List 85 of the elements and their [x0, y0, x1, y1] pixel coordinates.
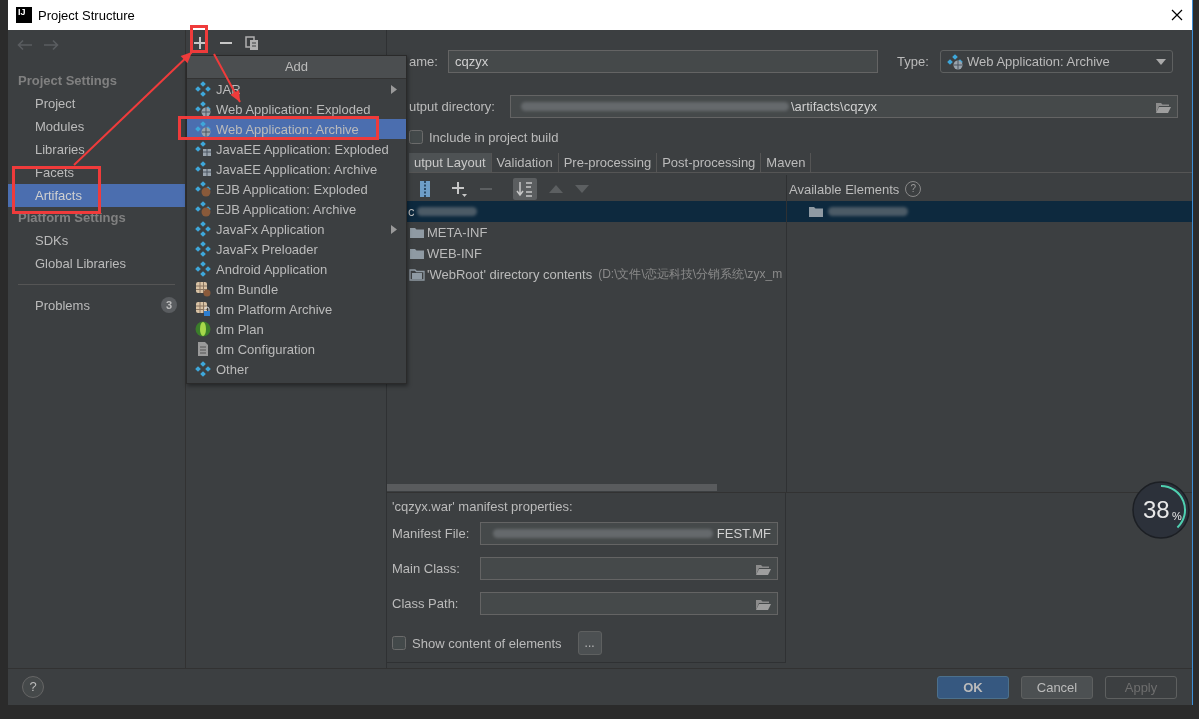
copy-icon[interactable]: [245, 36, 259, 50]
add-icon[interactable]: [451, 181, 467, 197]
text-field[interactable]: [480, 557, 778, 580]
bean-icon: [195, 201, 211, 217]
tree-row[interactable]: [787, 201, 1192, 222]
sidebar-item[interactable]: Problems: [35, 297, 90, 313]
folder-icon: [409, 266, 425, 283]
sidebar-item[interactable]: Global Libraries: [8, 252, 185, 275]
menu-item[interactable]: JavaEE Application: Exploded: [187, 139, 406, 159]
artifact-icon: [195, 241, 211, 257]
tab[interactable]: Pre-processing: [558, 153, 658, 172]
move-down-icon[interactable]: [575, 185, 589, 193]
sidebar-item[interactable]: Project: [8, 92, 185, 115]
field-label: Class Path:: [392, 596, 460, 611]
bundle-icon: [195, 301, 211, 317]
menu-title: Add: [187, 56, 406, 79]
table-icon: [195, 141, 211, 157]
checkbox-label: Show content of elements: [412, 635, 562, 651]
help-button[interactable]: ?: [22, 676, 44, 698]
bundle-icon: [195, 281, 211, 297]
menu-item[interactable]: dm Platform Archive: [187, 299, 406, 319]
app-logo: IJ: [16, 7, 32, 23]
globe-icon: [195, 121, 211, 137]
menu-item[interactable]: EJB Application: Exploded: [187, 179, 406, 199]
menu-item[interactable]: Web Application: Exploded: [187, 99, 406, 119]
field-label: Main Class:: [392, 561, 461, 576]
menu-item[interactable]: JavaEE Application: Archive: [187, 159, 406, 179]
sidebar-item[interactable]: Artifacts: [8, 184, 185, 207]
field-value: FEST.MF: [716, 526, 771, 541]
move-up-icon[interactable]: [549, 185, 563, 193]
tab[interactable]: Post-processing: [657, 153, 762, 172]
globe-icon: [195, 101, 211, 117]
redaction-blur: [416, 207, 477, 216]
archive-icon[interactable]: [419, 181, 431, 197]
output-directory-field[interactable]: \artifacts\cqzyx: [510, 95, 1178, 118]
window-title: Project Structure: [38, 7, 136, 23]
plus-icon[interactable]: [193, 36, 207, 50]
text-field[interactable]: [480, 592, 778, 615]
gauge-unit: %: [1172, 510, 1182, 522]
section-header: Project Settings: [17, 72, 118, 90]
text-field[interactable]: FEST.MF: [480, 522, 778, 545]
dialog-button[interactable]: Cancel: [1021, 675, 1093, 699]
close-icon[interactable]: [1170, 8, 1184, 22]
sort-icon[interactable]: [513, 178, 537, 200]
menu-item[interactable]: Other: [187, 359, 406, 379]
artifact-icon: [195, 81, 211, 97]
sidebar-item[interactable]: Modules: [8, 115, 185, 138]
sidebar-item[interactable]: SDKs: [8, 229, 185, 252]
field-label: Manifest File:: [392, 526, 471, 541]
field-label: Type:: [897, 54, 930, 69]
type-dropdown[interactable]: Web Application: Archive: [940, 50, 1173, 73]
field-value: cqzyx: [455, 54, 489, 69]
dialog-button[interactable]: OK: [937, 675, 1009, 699]
menu-item[interactable]: dm Plan: [187, 319, 406, 339]
menu-item[interactable]: dm Configuration: [187, 339, 406, 359]
checkbox[interactable]: [409, 130, 423, 144]
tab[interactable]: utput Layout: [409, 153, 492, 172]
checkbox[interactable]: [392, 636, 406, 650]
section-title: 'cqzyx.war' manifest properties:: [392, 499, 574, 514]
document-icon: [195, 341, 211, 357]
sphere-icon: [195, 321, 211, 337]
forward-arrow-icon[interactable]: [43, 39, 59, 51]
section-header: Platform Settings: [17, 209, 127, 227]
scrollbar[interactable]: [387, 484, 717, 491]
gauge-value: 38: [1143, 496, 1170, 524]
more-button[interactable]: ...: [577, 631, 602, 655]
globe-icon: [947, 53, 963, 70]
artifact-icon: [195, 361, 211, 377]
artifact-icon: [195, 221, 211, 237]
count-badge: 3: [161, 297, 177, 313]
panel-title: Available Elements: [789, 181, 900, 197]
name-field[interactable]: cqzyx: [448, 50, 878, 73]
tab[interactable]: Maven: [761, 153, 812, 172]
dropdown-caret-icon: [1156, 58, 1166, 65]
field-label: utput directory:: [409, 99, 496, 114]
tab[interactable]: Validation: [491, 153, 559, 172]
checkbox-label: Include in project build: [429, 129, 559, 145]
bean-icon: [195, 181, 211, 197]
back-arrow-icon[interactable]: [17, 39, 33, 51]
annotation-box: [190, 25, 208, 53]
field-label: ame:: [409, 54, 439, 69]
sidebar-item[interactable]: Libraries: [8, 138, 185, 161]
table-icon: [195, 161, 211, 177]
artifact-icon: [195, 261, 211, 277]
field-value: \artifacts\cqzyx: [791, 99, 877, 114]
